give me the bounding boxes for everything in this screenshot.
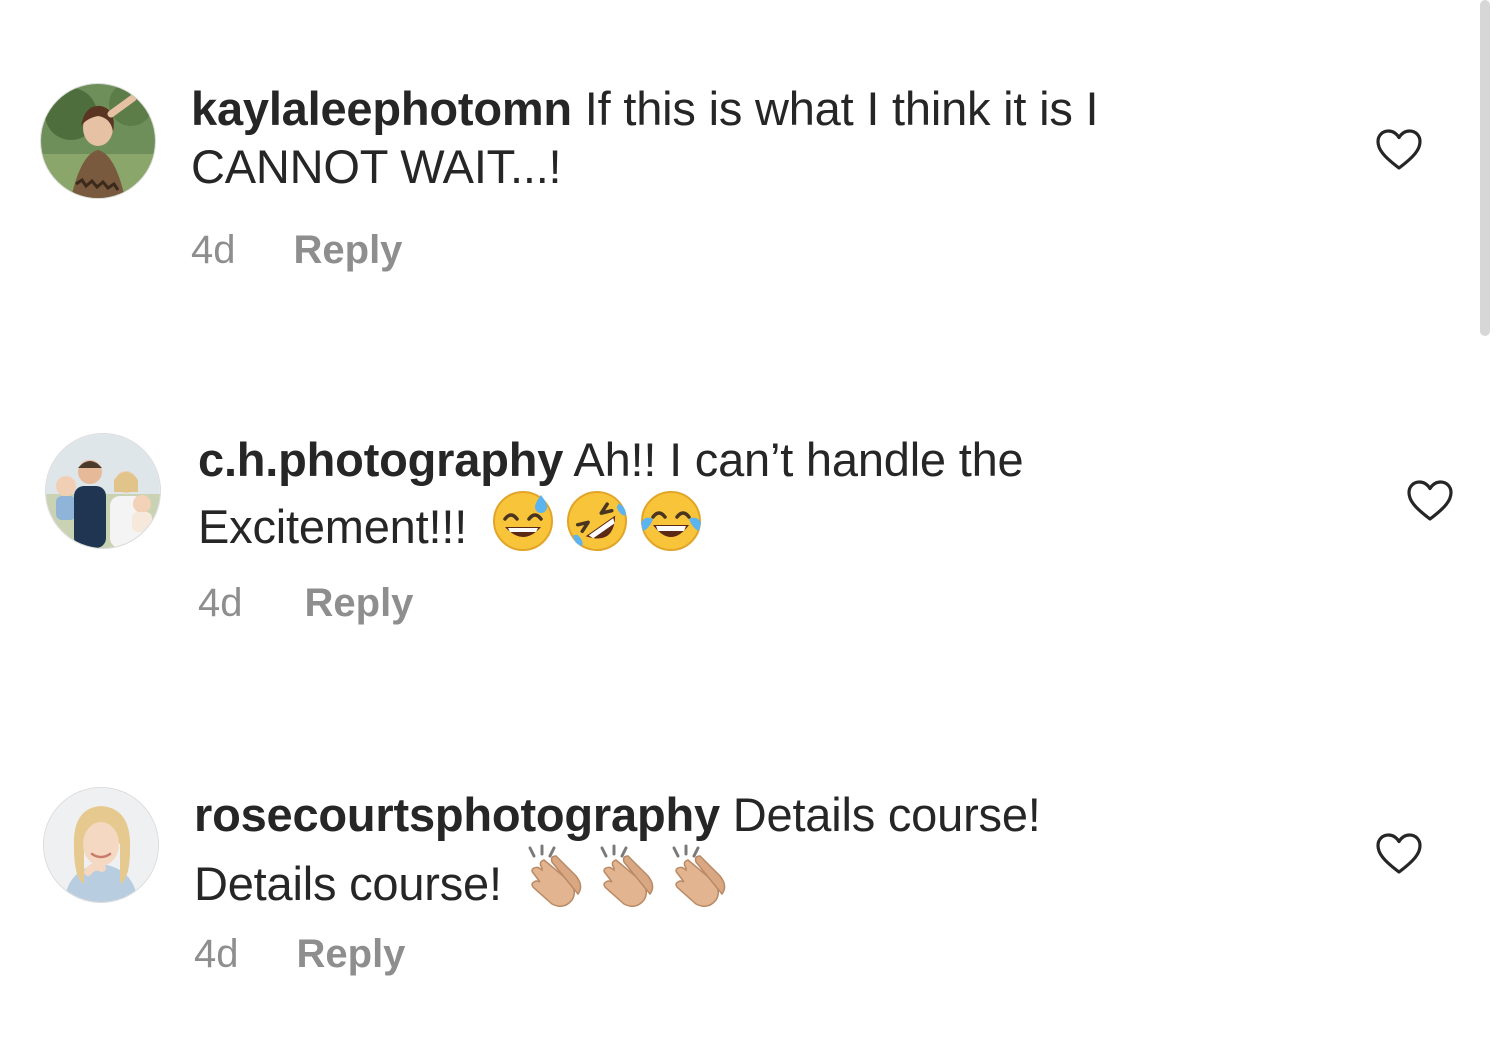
comment-text: kaylaleephotomn If this is what I think … [191,80,1291,196]
comment-text-line2: Details course! [194,857,502,910]
avatar[interactable] [46,434,160,548]
avatar[interactable] [44,788,158,902]
reply-button[interactable]: Reply [305,581,414,626]
comment-username[interactable]: c.h.photography [198,433,563,486]
heart-icon[interactable] [1406,479,1454,523]
reply-button[interactable]: Reply [294,228,403,273]
sweat-smile-emoji [491,489,555,566]
comment-username[interactable]: rosecourtsphotography [194,788,720,841]
comment-text: c.h.photography Ah!! I can’t handle the E… [198,431,1298,566]
comment-text-line2: CANNOT WAIT...! [191,140,562,193]
comment-text-line1: Details course! [719,788,1041,841]
avatar[interactable] [41,84,155,198]
rofl-emoji [565,489,629,566]
reply-button[interactable]: Reply [297,932,406,977]
clapping-hands-emoji [668,844,734,923]
heart-icon[interactable] [1375,128,1423,172]
comment-text-line1: Ah!! I can’t handle the [563,433,1024,486]
comment-text: rosecourtsphotography Details course! Det… [194,786,1294,923]
tears-of-joy-emoji [639,489,703,566]
comment-text-line2: Excitement!!! [198,500,468,553]
scrollbar[interactable] [1480,0,1490,336]
comment-text-line1: If this is what I think it is I [571,82,1099,135]
clapping-hands-emoji [596,844,662,923]
clapping-hands-emoji [524,844,590,923]
comment-timestamp: 4d [191,228,236,272]
comment-timestamp: 4d [198,581,243,625]
comment-username[interactable]: kaylaleephotomn [191,82,572,135]
heart-icon[interactable] [1375,832,1423,876]
comment-timestamp: 4d [194,932,239,976]
